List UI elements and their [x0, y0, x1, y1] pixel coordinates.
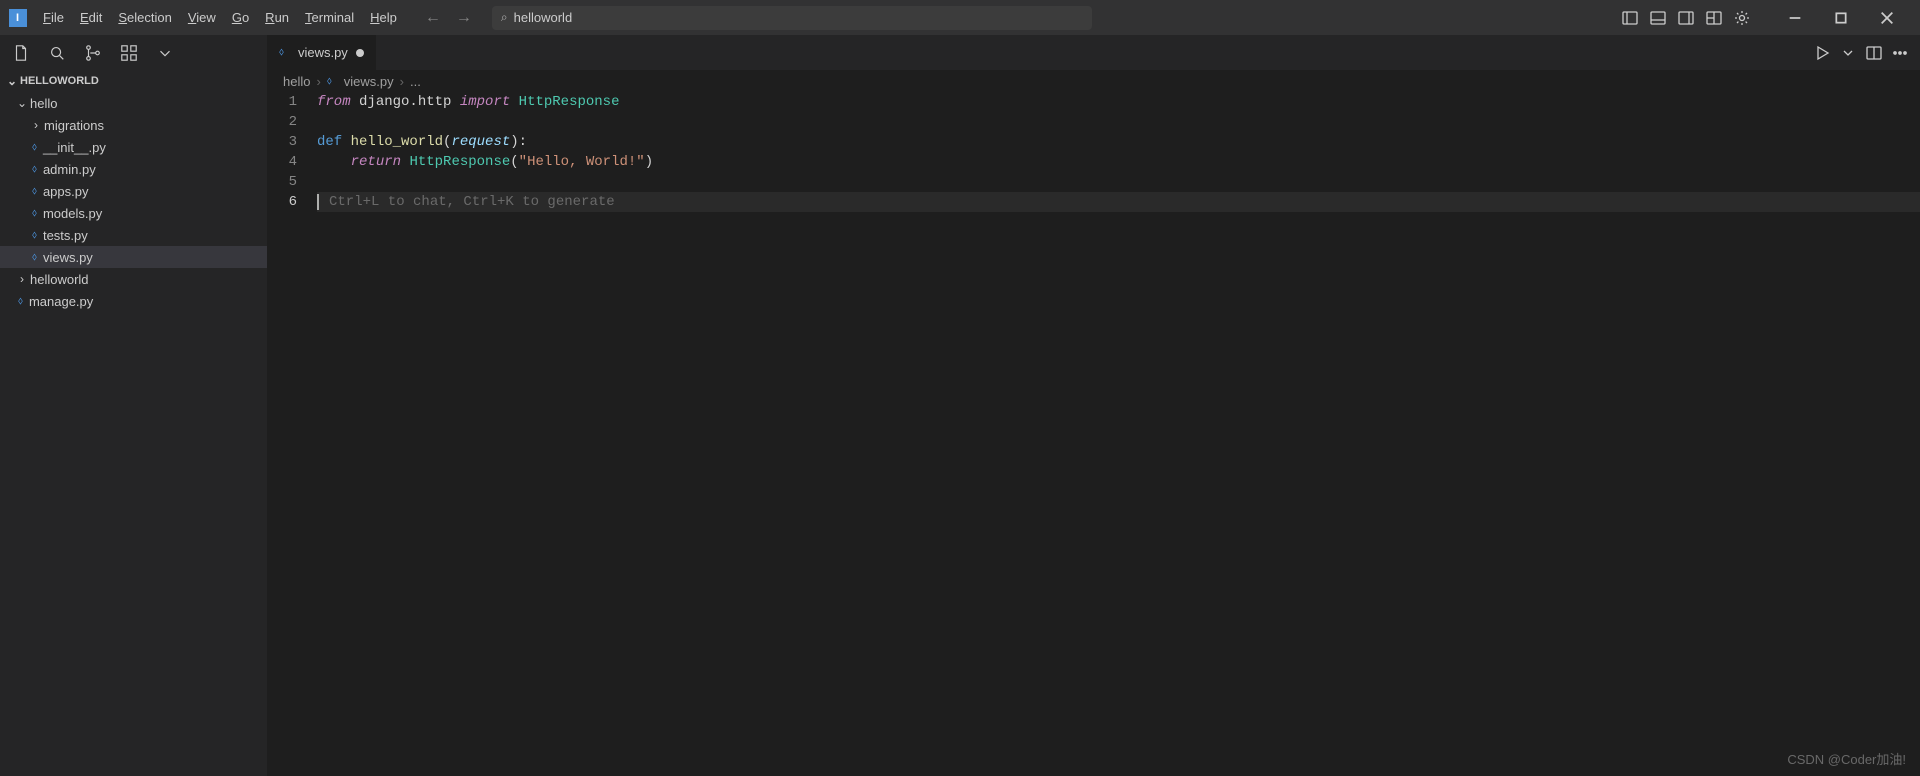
- new-file-icon[interactable]: [12, 44, 30, 62]
- folder-helloworld[interactable]: ›helloworld: [0, 268, 267, 290]
- titlebar: I File Edit Selection View Go Run Termin…: [0, 0, 1920, 35]
- python-icon: ⬨: [32, 207, 37, 220]
- folder-label: hello: [30, 96, 57, 111]
- file-init[interactable]: ⬨ __init__.py: [0, 136, 267, 158]
- file-views[interactable]: ⬨ views.py: [0, 246, 267, 268]
- run-icon[interactable]: [1814, 45, 1830, 61]
- layout-customize-icon[interactable]: [1706, 10, 1722, 26]
- folder-label: migrations: [44, 118, 104, 133]
- window-maximize-button[interactable]: [1818, 0, 1864, 35]
- menu-file[interactable]: File: [35, 0, 72, 35]
- editor-pane: ⬨ views.py hello › ⬨ views.py › ... 1234…: [267, 35, 1920, 776]
- breadcrumb[interactable]: hello › ⬨ views.py › ...: [267, 70, 1920, 92]
- file-label: apps.py: [43, 184, 89, 199]
- file-label: views.py: [43, 250, 93, 265]
- python-icon: ⬨: [32, 185, 37, 198]
- menu-help[interactable]: Help: [362, 0, 405, 35]
- file-label: tests.py: [43, 228, 88, 243]
- folder-migrations[interactable]: ›migrations: [0, 114, 267, 136]
- tab-actions: [1814, 35, 1920, 70]
- menu-edit[interactable]: Edit: [72, 0, 110, 35]
- chevron-right-icon: ›: [28, 118, 44, 132]
- extensions-icon[interactable]: [120, 44, 138, 62]
- chevron-right-icon: ›: [316, 74, 320, 89]
- line-gutter: 123456: [267, 92, 317, 776]
- tab-label: views.py: [298, 45, 348, 60]
- tabs-row: ⬨ views.py: [267, 35, 1920, 70]
- explorer-actions: [0, 35, 267, 70]
- more-icon[interactable]: [1892, 45, 1908, 61]
- chevron-down-icon[interactable]: [1840, 45, 1856, 61]
- file-label: models.py: [43, 206, 102, 221]
- app-icon: I: [0, 0, 35, 35]
- python-icon: ⬨: [18, 295, 23, 308]
- sidebar: ⌄ HELLOWORLD ⌄hello ›migrations ⬨__init_…: [0, 35, 267, 776]
- code-editor[interactable]: 123456 from django.http import HttpRespo…: [267, 92, 1920, 776]
- file-admin[interactable]: ⬨ admin.py: [0, 158, 267, 180]
- python-icon: ⬨: [32, 141, 37, 154]
- window-minimize-button[interactable]: [1772, 0, 1818, 35]
- tab-views[interactable]: ⬨ views.py: [267, 35, 377, 70]
- modified-indicator-icon: [356, 49, 364, 57]
- split-editor-icon[interactable]: [1866, 45, 1882, 61]
- code-lines: from django.http import HttpResponse def…: [317, 92, 1920, 776]
- breadcrumb-part: views.py: [344, 74, 394, 89]
- settings-gear-icon[interactable]: [1734, 10, 1750, 26]
- title-right: [1622, 0, 1920, 35]
- python-icon: ⬨: [32, 251, 37, 264]
- chevron-right-icon: ›: [14, 272, 30, 286]
- file-label: __init__.py: [43, 140, 106, 155]
- layout-sidebar-left-icon[interactable]: [1622, 10, 1638, 26]
- file-label: manage.py: [29, 294, 93, 309]
- menu-go[interactable]: Go: [224, 0, 257, 35]
- menu-run[interactable]: Run: [257, 0, 297, 35]
- python-icon: ⬨: [32, 163, 37, 176]
- command-center[interactable]: ⌕ helloworld: [492, 6, 1092, 30]
- chevron-down-icon: ⌄: [14, 96, 30, 110]
- breadcrumb-part: hello: [283, 74, 310, 89]
- chevron-down-icon: ⌄: [4, 74, 20, 88]
- nav-back-icon[interactable]: ←: [425, 9, 441, 27]
- file-models[interactable]: ⬨ models.py: [0, 202, 267, 224]
- python-icon: ⬨: [279, 46, 284, 59]
- search-text: helloworld: [514, 10, 573, 25]
- folder-hello[interactable]: ⌄hello: [0, 92, 267, 114]
- file-tests[interactable]: ⬨ tests.py: [0, 224, 267, 246]
- nav-arrows: ← →: [425, 9, 472, 27]
- folder-label: helloworld: [30, 272, 89, 287]
- file-label: admin.py: [43, 162, 96, 177]
- project-name: HELLOWORLD: [20, 75, 99, 87]
- menu-bar: File Edit Selection View Go Run Terminal…: [35, 0, 405, 35]
- file-apps[interactable]: ⬨ apps.py: [0, 180, 267, 202]
- chevron-right-icon: ›: [400, 74, 404, 89]
- breadcrumb-part: ...: [410, 74, 421, 89]
- window-close-button[interactable]: [1864, 0, 1910, 35]
- python-icon: ⬨: [327, 75, 332, 88]
- layout-panel-icon[interactable]: [1650, 10, 1666, 26]
- nav-forward-icon[interactable]: →: [456, 9, 472, 27]
- menu-selection[interactable]: Selection: [110, 0, 179, 35]
- layout-sidebar-right-icon[interactable]: [1678, 10, 1694, 26]
- file-manage[interactable]: ⬨ manage.py: [0, 290, 267, 312]
- project-header[interactable]: ⌄ HELLOWORLD: [0, 70, 267, 92]
- menu-terminal[interactable]: Terminal: [297, 0, 362, 35]
- watermark: CSDN @Coder加油!: [1787, 749, 1906, 768]
- source-control-icon[interactable]: [84, 44, 102, 62]
- search-icon[interactable]: [48, 44, 66, 62]
- search-icon: ⌕: [501, 10, 508, 25]
- python-icon: ⬨: [32, 229, 37, 242]
- menu-view[interactable]: View: [180, 0, 224, 35]
- chevron-down-icon[interactable]: [156, 44, 174, 62]
- file-tree: ⌄hello ›migrations ⬨__init__.py ⬨admin.p…: [0, 92, 267, 312]
- inline-hint: Ctrl+L to chat, Ctrl+K to generate: [317, 194, 615, 210]
